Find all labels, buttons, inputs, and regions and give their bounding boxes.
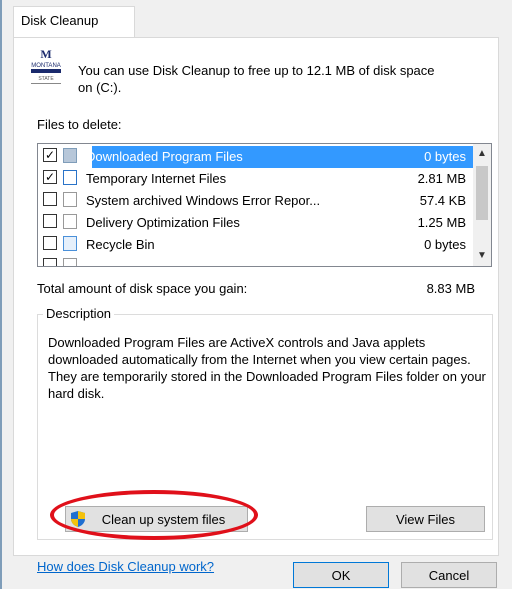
file-name: System archived Windows Error Repor... xyxy=(86,193,321,208)
list-item[interactable]: ✓ Downloaded Program Files 0 bytes xyxy=(38,146,474,168)
description-text: Downloaded Program Files are ActiveX con… xyxy=(48,335,486,401)
file-size: 57.4 KB xyxy=(419,193,466,208)
red-highlight-ellipse xyxy=(50,490,258,540)
total-space-label: Total amount of disk space you gain: xyxy=(37,281,248,296)
checkbox xyxy=(43,258,57,266)
internet-files-icon xyxy=(63,170,77,185)
list-scrollbar[interactable]: ▲ ▼ xyxy=(473,144,491,266)
file-name: Temporary Internet Files xyxy=(86,171,227,186)
checkbox[interactable] xyxy=(43,192,57,206)
disk-cleanup-logo-icon: M MONTANA STATE xyxy=(31,47,61,84)
file-name: Delivery Optimization Files xyxy=(86,215,240,230)
view-files-label: View Files xyxy=(395,511,455,527)
tab-panel: M MONTANA STATE You can use Disk Cleanup… xyxy=(13,37,499,574)
cancel-button[interactable]: Cancel xyxy=(401,562,497,588)
list-item[interactable]: System archived Windows Error Repor... 5… xyxy=(38,190,474,212)
file-icon xyxy=(63,192,77,207)
file-icon xyxy=(63,148,77,163)
files-listbox[interactable]: ✓ Downloaded Program Files 0 bytes ✓ Tem… xyxy=(37,143,492,267)
scroll-thumb[interactable] xyxy=(476,166,488,220)
tab-disk-cleanup[interactable]: Disk Cleanup xyxy=(13,6,135,38)
intro-text: You can use Disk Cleanup to free up to 1… xyxy=(78,63,435,95)
svg-text:MONTANA: MONTANA xyxy=(31,63,61,69)
list-item-partial xyxy=(38,256,474,266)
total-space-value: 8.83 MB xyxy=(426,281,475,296)
list-item[interactable]: ✓ Temporary Internet Files 2.81 MB xyxy=(38,168,474,190)
help-link[interactable]: How does Disk Cleanup work? xyxy=(37,559,214,574)
svg-text:STATE: STATE xyxy=(38,76,54,82)
file-icon xyxy=(63,214,77,229)
file-size: 0 bytes xyxy=(424,237,466,252)
cancel-label: Cancel xyxy=(428,567,470,583)
list-item[interactable]: Delivery Optimization Files 1.25 MB xyxy=(38,212,474,234)
file-name: Downloaded Program Files xyxy=(86,149,243,164)
files-to-delete-label: Files to delete: xyxy=(37,117,122,132)
checkbox[interactable]: ✓ xyxy=(43,148,57,162)
tab-label: Disk Cleanup xyxy=(21,13,99,28)
description-title: Description xyxy=(43,306,115,321)
scroll-down-icon[interactable]: ▼ xyxy=(477,250,487,261)
file-name: Recycle Bin xyxy=(86,237,155,252)
file-size: 2.81 MB xyxy=(417,171,466,186)
list-item[interactable]: Recycle Bin 0 bytes xyxy=(38,234,474,256)
file-size: 1.25 MB xyxy=(417,215,466,230)
file-icon xyxy=(63,258,77,266)
svg-text:M: M xyxy=(40,47,51,61)
file-size: 0 bytes xyxy=(424,149,466,164)
ok-button[interactable]: OK xyxy=(293,562,389,588)
view-files-button[interactable]: View Files xyxy=(366,506,485,532)
checkbox[interactable] xyxy=(43,236,57,250)
recycle-bin-icon xyxy=(63,236,77,251)
checkbox[interactable] xyxy=(43,214,57,228)
scroll-up-icon[interactable]: ▲ xyxy=(477,148,487,159)
checkbox[interactable]: ✓ xyxy=(43,170,57,184)
ok-label: OK xyxy=(331,567,351,583)
window-edge xyxy=(0,0,2,589)
